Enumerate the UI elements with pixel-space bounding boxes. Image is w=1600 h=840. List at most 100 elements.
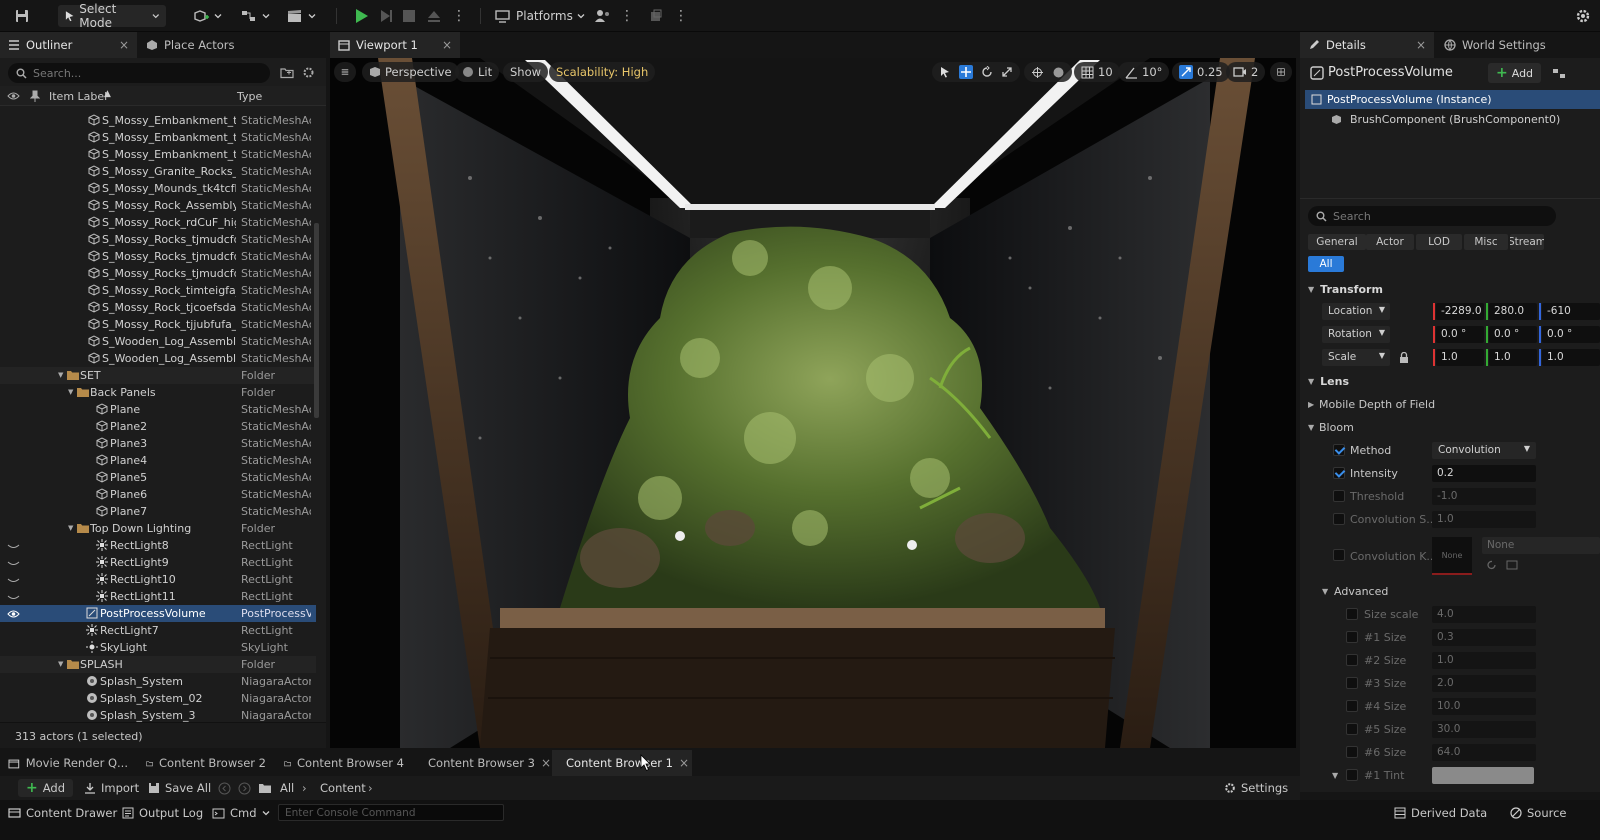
outliner-row[interactable]: RectLight8 RectLight xyxy=(0,537,316,554)
rotation-z-field[interactable]: 0.0 ° xyxy=(1542,326,1600,343)
details-search-input[interactable]: Search xyxy=(1308,206,1556,226)
tab-movie-render-queue[interactable]: Movie Render Q... xyxy=(0,750,136,776)
outliner-row[interactable]: S_Mossy_Rock_Assembly_ StaticMeshAc xyxy=(0,197,316,214)
advanced-prop-field[interactable]: 64.0 xyxy=(1432,744,1536,761)
column-item-label[interactable]: Item Label xyxy=(49,90,107,103)
advanced-prop-field[interactable]: 1.0 xyxy=(1432,652,1536,669)
rotation-snap-button[interactable]: 10° xyxy=(1118,62,1170,82)
close-icon[interactable]: × xyxy=(541,756,551,770)
outliner-row[interactable]: Plane4 StaticMeshAc xyxy=(0,452,316,469)
scale-dropdown[interactable]: Scale ▼ xyxy=(1322,349,1390,366)
show-button[interactable]: Show xyxy=(503,62,549,82)
content-drawer-button[interactable]: Content Drawer xyxy=(8,804,117,822)
tab-viewport-1[interactable]: Viewport 1 × xyxy=(330,32,460,58)
outliner-row[interactable]: Plane7 StaticMeshAc xyxy=(0,503,316,520)
outliner-folder-row[interactable]: ▼ Back Panels Folder xyxy=(0,384,316,401)
rotation-dropdown[interactable]: Rotation ▼ xyxy=(1322,326,1390,343)
scalability-button[interactable]: Scalability: High xyxy=(549,62,656,82)
advanced-prop-field[interactable]: 10.0 xyxy=(1432,698,1536,715)
outliner-row[interactable]: Plane StaticMeshAc xyxy=(0,401,316,418)
play-options-icon[interactable]: ⋮ xyxy=(452,5,466,27)
chevron-down-icon[interactable]: ▼ xyxy=(68,388,73,396)
outliner-row[interactable]: S_Mossy_Rock_timteigfa_h StaticMeshAc xyxy=(0,282,316,299)
pin-icon[interactable] xyxy=(30,90,40,102)
tint-1-color-swatch[interactable] xyxy=(1432,767,1534,784)
outliner-row[interactable]: S_Mossy_Mounds_tk4tcfhf StaticMeshAc xyxy=(0,180,316,197)
lit-button[interactable]: Lit xyxy=(455,62,500,82)
advanced-override-checkbox[interactable] xyxy=(1346,608,1358,620)
outliner-row[interactable]: S_Mossy_Rocks_tjmudcfda StaticMeshAc xyxy=(0,265,316,282)
tab-content-browser[interactable]: Content Browser 1 × xyxy=(552,750,692,776)
console-command-input[interactable]: Enter Console Command xyxy=(278,804,504,821)
eye-closed-icon[interactable] xyxy=(7,558,20,568)
outliner-row[interactable]: Plane2 StaticMeshAc xyxy=(0,418,316,435)
method-dropdown[interactable]: Convolution ▼ xyxy=(1432,442,1536,459)
component-row-instance[interactable]: PostProcessVolume (Instance) xyxy=(1305,90,1600,109)
scale-x-field[interactable]: 1.0 xyxy=(1436,349,1484,366)
convolution-kernel-checkbox[interactable] xyxy=(1333,549,1345,561)
viewport-menu-button[interactable] xyxy=(334,62,356,82)
advanced-prop-field[interactable]: 2.0 xyxy=(1432,675,1536,692)
output-log-button[interactable]: Output Log xyxy=(122,804,203,822)
derived-data-button[interactable]: Derived Data xyxy=(1394,804,1487,822)
content-settings-button[interactable]: Settings xyxy=(1224,779,1288,797)
tab-details[interactable]: Details × xyxy=(1300,32,1434,58)
location-dropdown[interactable]: Location ▼ xyxy=(1322,303,1390,320)
rotate-tool-icon[interactable] xyxy=(981,66,993,78)
location-z-field[interactable]: -610 xyxy=(1542,303,1600,320)
advanced-override-checkbox[interactable] xyxy=(1346,700,1358,712)
advanced-prop-field[interactable]: 30.0 xyxy=(1432,721,1536,738)
advanced-override-checkbox[interactable] xyxy=(1346,654,1358,666)
convolution-kernel-picker[interactable]: None xyxy=(1482,537,1600,554)
outliner-row[interactable]: S_Mossy_Embankment_ti1 StaticMeshAc xyxy=(0,112,316,129)
section-lens[interactable]: ▼ Lens xyxy=(1300,370,1600,392)
gear-icon[interactable] xyxy=(302,66,315,79)
filter-chip-stream[interactable]: Stream xyxy=(1510,234,1544,250)
camera-speed-button[interactable]: 2 xyxy=(1226,62,1266,82)
outliner-row[interactable]: S_Mossy_Embankment_tke StaticMeshAc xyxy=(0,146,316,163)
eject-button[interactable] xyxy=(426,5,442,27)
tab-world-settings[interactable]: World Settings xyxy=(1436,32,1600,58)
outliner-row[interactable]: S_Mossy_Embankment_titf StaticMeshAc xyxy=(0,129,316,146)
eye-icon[interactable] xyxy=(7,91,20,101)
outliner-row[interactable]: Plane3 StaticMeshAc xyxy=(0,435,316,452)
settings-people-icon[interactable] xyxy=(594,5,612,27)
folder-icon[interactable] xyxy=(258,782,272,794)
advanced-prop-field[interactable]: 0.3 xyxy=(1432,629,1536,646)
column-type[interactable]: Type xyxy=(237,90,262,103)
step-button[interactable] xyxy=(378,5,394,27)
tab-place-actors[interactable]: Place Actors xyxy=(138,32,268,58)
chevron-down-icon[interactable]: ▼ xyxy=(68,524,73,532)
convolution-scale-checkbox[interactable] xyxy=(1333,513,1345,525)
outliner-row[interactable]: RectLight11 RectLight xyxy=(0,588,316,605)
advanced-prop-field[interactable]: 4.0 xyxy=(1432,606,1536,623)
filter-chip-general[interactable]: General xyxy=(1308,234,1366,250)
eye-closed-icon[interactable] xyxy=(7,592,20,602)
path-segment-content[interactable]: Content xyxy=(320,779,366,797)
outliner-row[interactable]: Plane6 StaticMeshAc xyxy=(0,486,316,503)
cinematics-button[interactable] xyxy=(286,5,316,27)
surface-snap-icon[interactable] xyxy=(1052,66,1065,79)
outliner-row[interactable]: S_Mossy_Rock_tjjubfufa_hi StaticMeshAc xyxy=(0,316,316,333)
location-x-field[interactable]: -2289.0 xyxy=(1436,303,1484,320)
eye-closed-icon[interactable] xyxy=(7,575,20,585)
save-icon[interactable] xyxy=(14,5,30,27)
outliner-row[interactable]: RectLight10 RectLight xyxy=(0,571,316,588)
level-viewport[interactable]: Perspective Lit Show Scalability: High 1… xyxy=(330,58,1296,748)
outliner-row[interactable]: SkyLight SkyLight xyxy=(0,639,316,656)
save-all-button[interactable]: Save All xyxy=(148,779,211,797)
method-override-checkbox[interactable] xyxy=(1333,444,1345,456)
filter-chip-lod[interactable]: LOD xyxy=(1416,234,1462,250)
section-transform[interactable]: ▼ Transform xyxy=(1300,278,1600,300)
threshold-field[interactable]: -1.0 xyxy=(1432,488,1536,505)
convolution-scale-field[interactable]: 1.0 xyxy=(1432,511,1536,528)
intensity-field[interactable]: 0.2 xyxy=(1432,465,1536,482)
source-control-button[interactable]: Source xyxy=(1510,804,1567,822)
forward-arrow-icon[interactable] xyxy=(238,782,251,795)
outliner-row[interactable]: RectLight9 RectLight xyxy=(0,554,316,571)
filter-chip-all[interactable]: All xyxy=(1308,256,1344,272)
blueprints-button[interactable] xyxy=(240,5,270,27)
outliner-row[interactable]: S_Mossy_Rock_rdCuF_high StaticMeshAc xyxy=(0,214,316,231)
import-button[interactable]: Import xyxy=(84,779,139,797)
advanced-override-checkbox[interactable] xyxy=(1346,631,1358,643)
